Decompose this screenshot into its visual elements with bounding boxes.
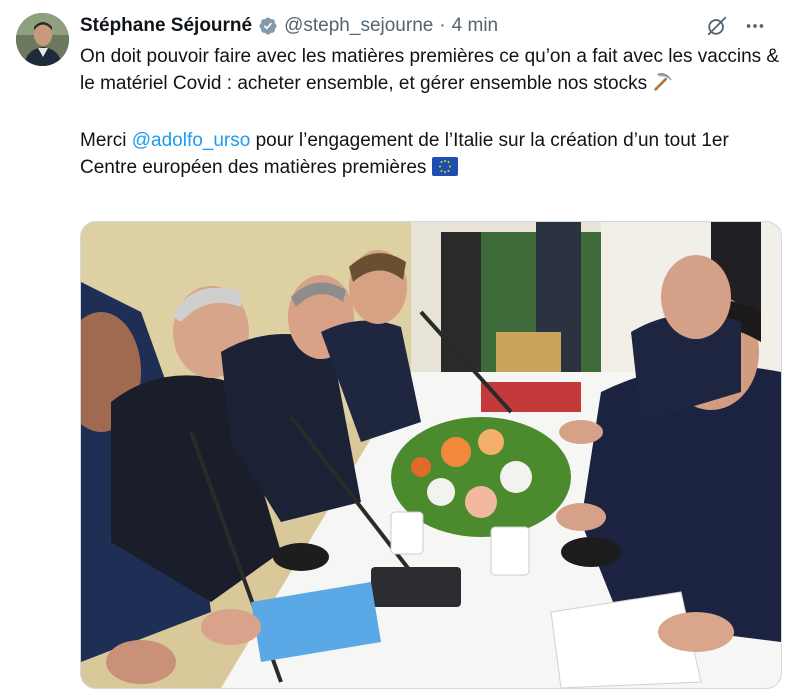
tweet-text: On doit pouvoir faire avec les matières … [80, 43, 780, 184]
tweet-header: Stéphane Séjourné @steph_sejourne · 4 mi… [80, 13, 771, 39]
author-handle[interactable]: @steph_sejourne [284, 15, 433, 37]
mention-link[interactable]: @adolfo_urso [132, 130, 251, 151]
more-icon[interactable] [743, 14, 767, 38]
timestamp[interactable]: 4 min [452, 15, 498, 37]
tweet-paragraph-2: Merci @adolfo_urso pour l’engagement de … [80, 127, 780, 184]
header-actions [705, 13, 767, 39]
pickaxe-icon [652, 70, 674, 100]
author-name[interactable]: Stéphane Séjourné [80, 15, 252, 37]
eu-flag-icon [431, 157, 458, 184]
header-separator: · [439, 15, 446, 36]
grok-icon[interactable] [705, 14, 729, 38]
tweet-paragraph-1: On doit pouvoir faire avec les matières … [80, 43, 780, 100]
verified-badge-icon [258, 16, 278, 36]
avatar[interactable] [16, 13, 69, 66]
tweet-photo[interactable] [80, 221, 782, 689]
tweet-line-2-prefix: Merci [80, 130, 132, 151]
tweet[interactable]: Stéphane Séjourné @steph_sejourne · 4 mi… [0, 0, 787, 697]
